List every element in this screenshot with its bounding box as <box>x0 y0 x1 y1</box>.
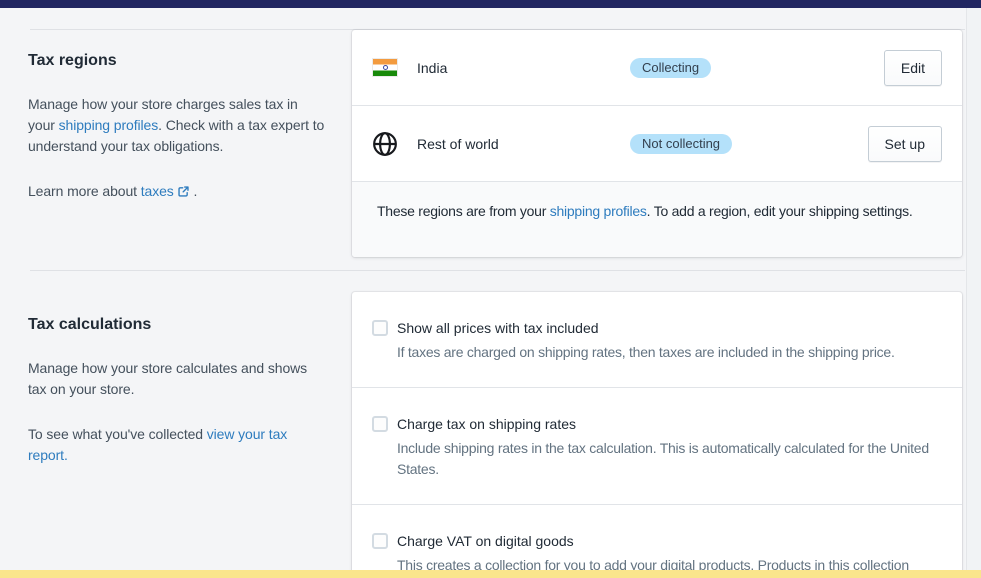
learn-more-post: . <box>190 183 198 199</box>
option-charge-vat-digital: Charge VAT on digital goods This creates… <box>352 505 962 578</box>
footer-text: These regions are from your <box>377 203 550 219</box>
taxes-link[interactable]: taxes <box>141 183 190 199</box>
not-collecting-badge: Not collecting <box>630 134 732 154</box>
footer-text: . To add a region, edit your shipping se… <box>647 203 913 219</box>
tax-calculations-summary: Tax calculations Manage how your store c… <box>28 316 326 490</box>
set-up-button[interactable]: Set up <box>868 126 942 162</box>
collecting-badge: Collecting <box>630 58 711 78</box>
tax-regions-description: Manage how your store charges sales tax … <box>28 94 326 157</box>
region-row-rest-of-world: Rest of world Not collecting Set up <box>352 106 962 182</box>
tax-regions-card: India Collecting Edit Rest of world Not … <box>352 30 962 257</box>
shipping-profiles-link[interactable]: shipping profiles <box>59 117 158 133</box>
top-nav-bar <box>0 0 981 8</box>
regions-footer-note: These regions are from your shipping pro… <box>352 182 962 257</box>
region-row-india: India Collecting Edit <box>352 30 962 106</box>
learn-more-text: Learn more about taxes . <box>28 181 326 202</box>
region-name: India <box>417 60 630 76</box>
option-help: If taxes are charged on shipping rates, … <box>397 342 895 363</box>
tax-regions-title: Tax regions <box>28 52 326 70</box>
charge-tax-shipping-checkbox[interactable] <box>372 416 388 432</box>
tax-calculations-description: Manage how your store calculates and sho… <box>28 358 326 400</box>
option-text: Show all prices with tax included If tax… <box>397 318 895 363</box>
tax-calculations-title: Tax calculations <box>28 316 326 334</box>
tax-report-text: To see what you've collected view your t… <box>28 424 326 466</box>
option-charge-tax-shipping: Charge tax on shipping rates Include shi… <box>352 388 962 505</box>
scrollbar-track[interactable] <box>966 8 981 570</box>
option-label[interactable]: Charge tax on shipping rates <box>397 414 937 434</box>
tax-calculations-card: Show all prices with tax included If tax… <box>352 292 962 578</box>
region-name: Rest of world <box>417 136 630 152</box>
tax-regions-summary: Tax regions Manage how your store charge… <box>28 52 326 226</box>
option-show-prices-with-tax: Show all prices with tax included If tax… <box>352 292 962 388</box>
edit-button[interactable]: Edit <box>884 50 942 86</box>
report-pre: To see what you've collected <box>28 426 207 442</box>
globe-icon <box>372 131 398 157</box>
taxes-settings-page: Tax regions Manage how your store charge… <box>0 0 981 578</box>
show-prices-checkbox[interactable] <box>372 320 388 336</box>
charge-vat-checkbox[interactable] <box>372 533 388 549</box>
india-flag-icon <box>372 55 398 81</box>
external-link-icon <box>174 183 190 199</box>
option-label[interactable]: Show all prices with tax included <box>397 318 895 338</box>
option-text: Charge tax on shipping rates Include shi… <box>397 414 937 480</box>
learn-more-pre: Learn more about <box>28 183 141 199</box>
option-help: Include shipping rates in the tax calcul… <box>397 438 937 480</box>
bottom-highlight-bar <box>0 570 981 578</box>
option-label[interactable]: Charge VAT on digital goods <box>397 531 909 551</box>
section-divider-middle <box>30 270 965 271</box>
shipping-profiles-footer-link[interactable]: shipping profiles <box>550 203 647 219</box>
